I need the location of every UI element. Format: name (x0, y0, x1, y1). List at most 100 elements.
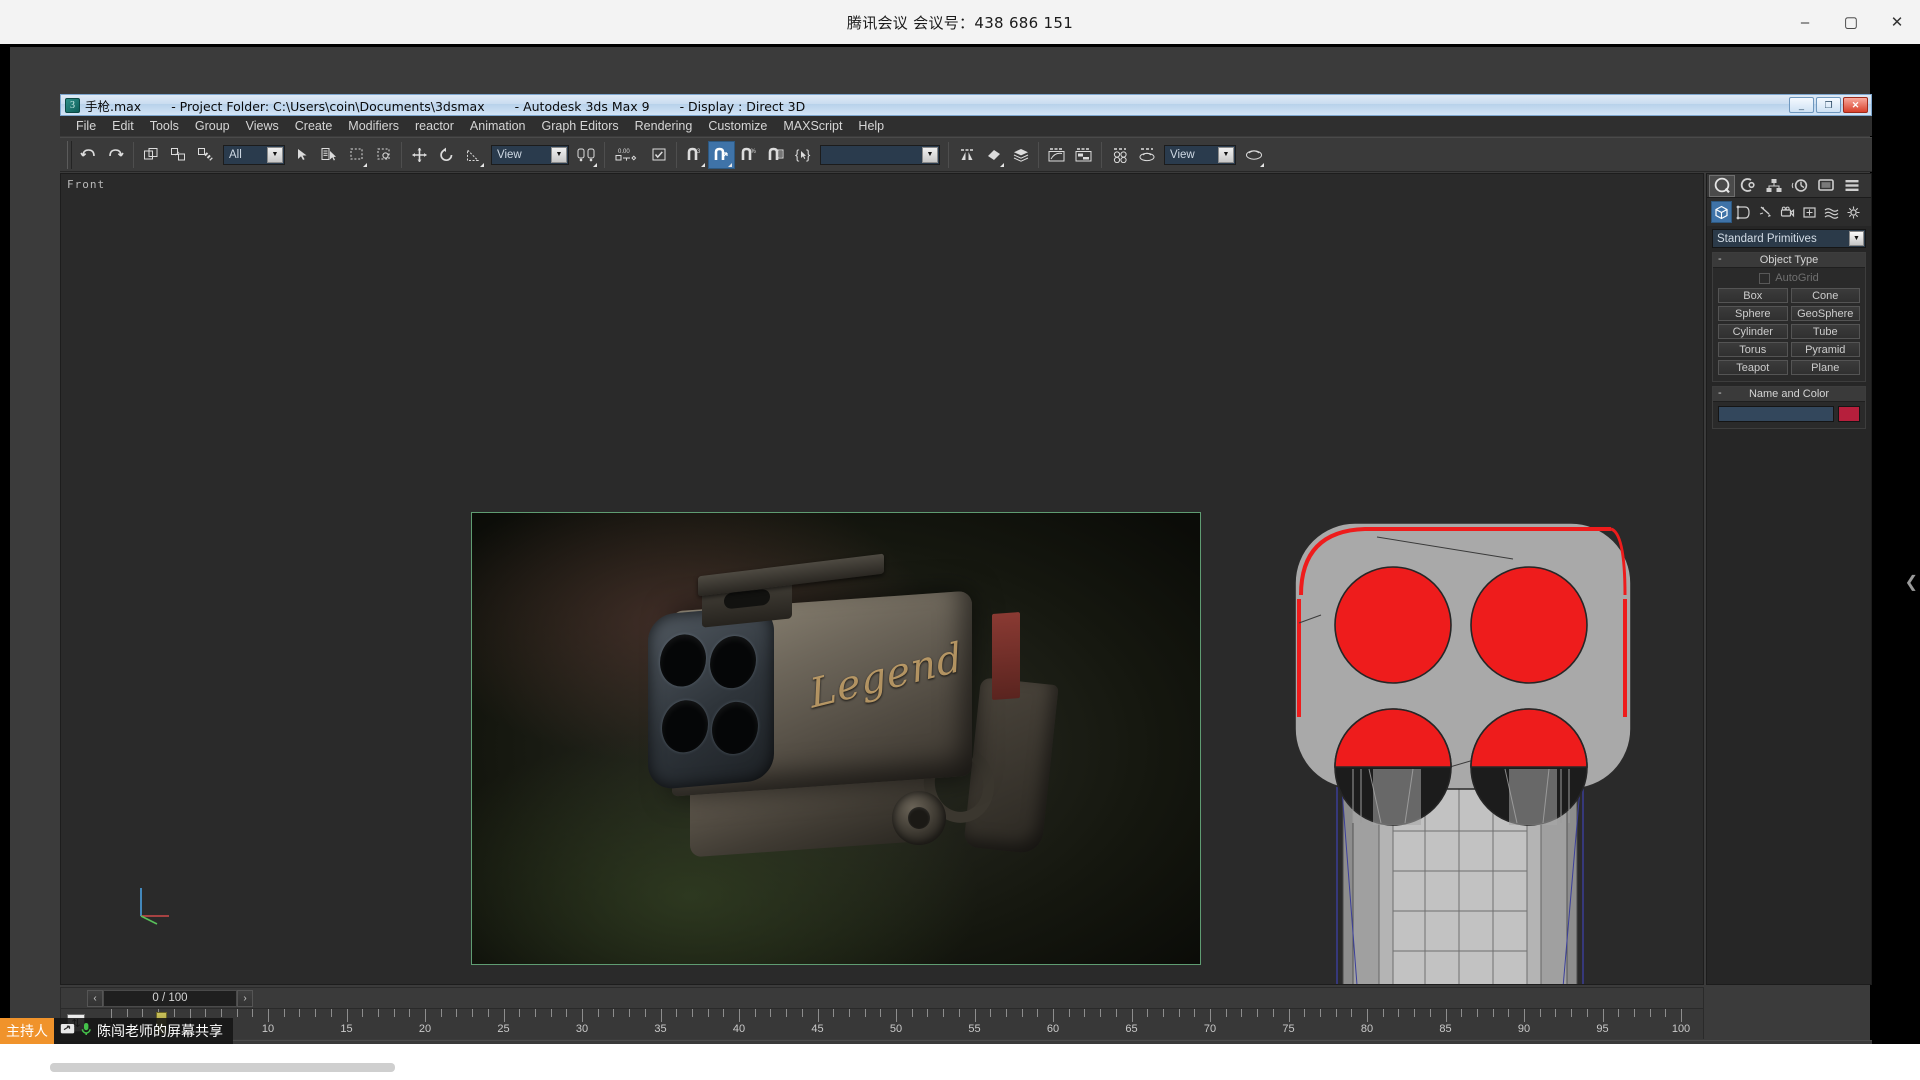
select-and-link-icon[interactable] (138, 141, 165, 169)
menu-item-views[interactable]: Views (238, 118, 287, 134)
menu-item-edit[interactable]: Edit (104, 118, 142, 134)
menu-item-customize[interactable]: Customize (700, 118, 775, 134)
bind-to-space-warp-icon[interactable] (192, 141, 219, 169)
material-editor-icon[interactable] (1106, 141, 1133, 169)
time-slider-next-button[interactable]: › (237, 989, 253, 1007)
chevron-down-icon[interactable]: ▼ (551, 146, 567, 163)
utilities-tab-icon[interactable] (1839, 175, 1865, 197)
mirror-icon[interactable] (953, 141, 980, 169)
menu-item-maxscript[interactable]: MAXScript (775, 118, 850, 134)
menu-item-file[interactable]: File (68, 118, 104, 134)
window-crossing-icon[interactable] (370, 141, 397, 169)
space-warps-icon[interactable] (1821, 201, 1842, 223)
use-pivot-point-center-icon[interactable] (573, 141, 600, 169)
cone-button[interactable]: Cone (1790, 288, 1860, 303)
angle-snap-toggle-icon[interactable] (708, 140, 735, 169)
spinner-snap-icon[interactable] (762, 141, 789, 169)
select-and-rotate-icon[interactable] (433, 141, 460, 169)
quick-render-icon[interactable] (1240, 141, 1267, 169)
chevron-down-icon[interactable]: ▼ (267, 146, 283, 163)
front-viewport[interactable]: Front Legend (60, 173, 1704, 985)
undo-icon[interactable] (75, 141, 102, 169)
primitive-category-dropdown[interactable]: Standard Primitives ▼ (1712, 229, 1866, 248)
app-close-button[interactable]: ✕ (1843, 97, 1868, 113)
named-selection-dropdown[interactable]: ▼ (820, 144, 940, 165)
select-and-move-icon[interactable] (406, 141, 433, 169)
menu-item-animation[interactable]: Animation (462, 118, 534, 134)
motion-tab-icon[interactable] (1787, 175, 1813, 197)
collapse-icon[interactable]: - (1718, 387, 1722, 399)
select-and-uniform-scale-icon[interactable] (460, 141, 487, 169)
helpers-icon[interactable] (1799, 201, 1820, 223)
spinner-snap-toggle-icon[interactable] (645, 141, 672, 169)
create-tab-icon[interactable] (1709, 174, 1735, 197)
horizontal-scrollbar[interactable] (50, 1063, 395, 1072)
meeting-maximize-button[interactable]: ▢ (1828, 0, 1874, 44)
time-slider-prev-button[interactable]: ‹ (87, 989, 103, 1007)
curve-editor-icon[interactable] (1043, 141, 1070, 169)
select-object-icon[interactable] (289, 141, 316, 169)
app-restore-button[interactable]: ❐ (1816, 97, 1841, 113)
menu-item-rendering[interactable]: Rendering (627, 118, 701, 134)
rectangular-selection-region-icon[interactable] (343, 141, 370, 169)
menu-item-help[interactable]: Help (850, 118, 892, 134)
autogrid-checkbox[interactable] (1759, 272, 1771, 284)
render-scene-dialog-icon[interactable] (1133, 141, 1160, 169)
reference-image-plane[interactable]: Legend (471, 512, 1201, 965)
reference-coordinate-system-dropdown[interactable]: View ▼ (491, 144, 569, 165)
box-button[interactable]: Box (1718, 288, 1788, 303)
toolbar-grip[interactable] (67, 140, 72, 169)
track-bar[interactable]: ⇅ 05101520253035404550556065707580859095… (60, 1009, 1704, 1039)
angle-snap-value[interactable]: 0.00 (609, 141, 645, 169)
selection-filter-dropdown[interactable]: All ▼ (223, 144, 285, 165)
menu-item-reactor[interactable]: reactor (407, 118, 462, 134)
systems-icon[interactable] (1843, 201, 1864, 223)
modify-tab-icon[interactable] (1735, 175, 1761, 197)
meeting-close-button[interactable]: ✕ (1874, 0, 1920, 44)
chevron-down-icon[interactable]: ▼ (1849, 231, 1864, 246)
track-bar-ruler[interactable]: 0510152025303540455055606570758085909510… (93, 1009, 1703, 1039)
object-type-header[interactable]: - Object Type (1713, 253, 1865, 268)
chevron-down-icon[interactable]: ▼ (922, 146, 938, 163)
snaps-toggle-3d-icon[interactable]: 3 (681, 141, 708, 169)
name-and-color-header[interactable]: - Name and Color (1713, 387, 1865, 402)
menu-item-modifiers[interactable]: Modifiers (340, 118, 407, 134)
chevron-down-icon[interactable]: ▼ (1218, 146, 1234, 163)
cylinder-button[interactable]: Cylinder (1718, 324, 1788, 339)
redo-icon[interactable] (102, 141, 129, 169)
geosphere-button[interactable]: GeoSphere (1790, 306, 1860, 321)
time-slider-frame-readout[interactable]: 0 / 100 (103, 989, 237, 1007)
layer-manager-icon[interactable] (1007, 141, 1034, 169)
render-type-dropdown[interactable]: View ▼ (1164, 144, 1236, 165)
menu-item-graph-editors[interactable]: Graph Editors (534, 118, 627, 134)
panel-collapse-icon[interactable]: ❮ (1905, 572, 1918, 592)
menu-item-group[interactable]: Group (187, 118, 238, 134)
plane-button[interactable]: Plane (1790, 360, 1860, 375)
geometry-icon[interactable] (1711, 201, 1732, 223)
torus-button[interactable]: Torus (1718, 342, 1788, 357)
gun-model-wireframe[interactable] (1281, 519, 1641, 985)
teapot-button[interactable]: Teapot (1718, 360, 1788, 375)
object-name-input[interactable] (1718, 406, 1834, 422)
unlink-selection-icon[interactable] (165, 141, 192, 169)
menu-item-create[interactable]: Create (287, 118, 341, 134)
percent-snap-toggle-icon[interactable]: % (735, 141, 762, 169)
select-by-name-icon[interactable] (316, 141, 343, 169)
app-minimize-button[interactable]: _ (1789, 97, 1814, 113)
object-color-swatch[interactable] (1838, 406, 1860, 422)
sphere-button[interactable]: Sphere (1718, 306, 1788, 321)
lights-icon[interactable] (1755, 201, 1776, 223)
viewport-label[interactable]: Front (67, 178, 105, 191)
pyramid-button[interactable]: Pyramid (1790, 342, 1860, 357)
meeting-minimize-button[interactable]: – (1782, 0, 1828, 44)
align-icon[interactable] (980, 141, 1007, 169)
shapes-icon[interactable] (1733, 201, 1754, 223)
schematic-view-icon[interactable] (1070, 141, 1097, 169)
named-selection-sets-icon[interactable]: {} (789, 141, 816, 169)
collapse-icon[interactable]: - (1718, 253, 1722, 265)
cameras-icon[interactable] (1777, 201, 1798, 223)
time-slider-track[interactable] (253, 988, 1703, 1008)
tube-button[interactable]: Tube (1790, 324, 1860, 339)
menu-item-tools[interactable]: Tools (142, 118, 187, 134)
hierarchy-tab-icon[interactable] (1761, 175, 1787, 197)
